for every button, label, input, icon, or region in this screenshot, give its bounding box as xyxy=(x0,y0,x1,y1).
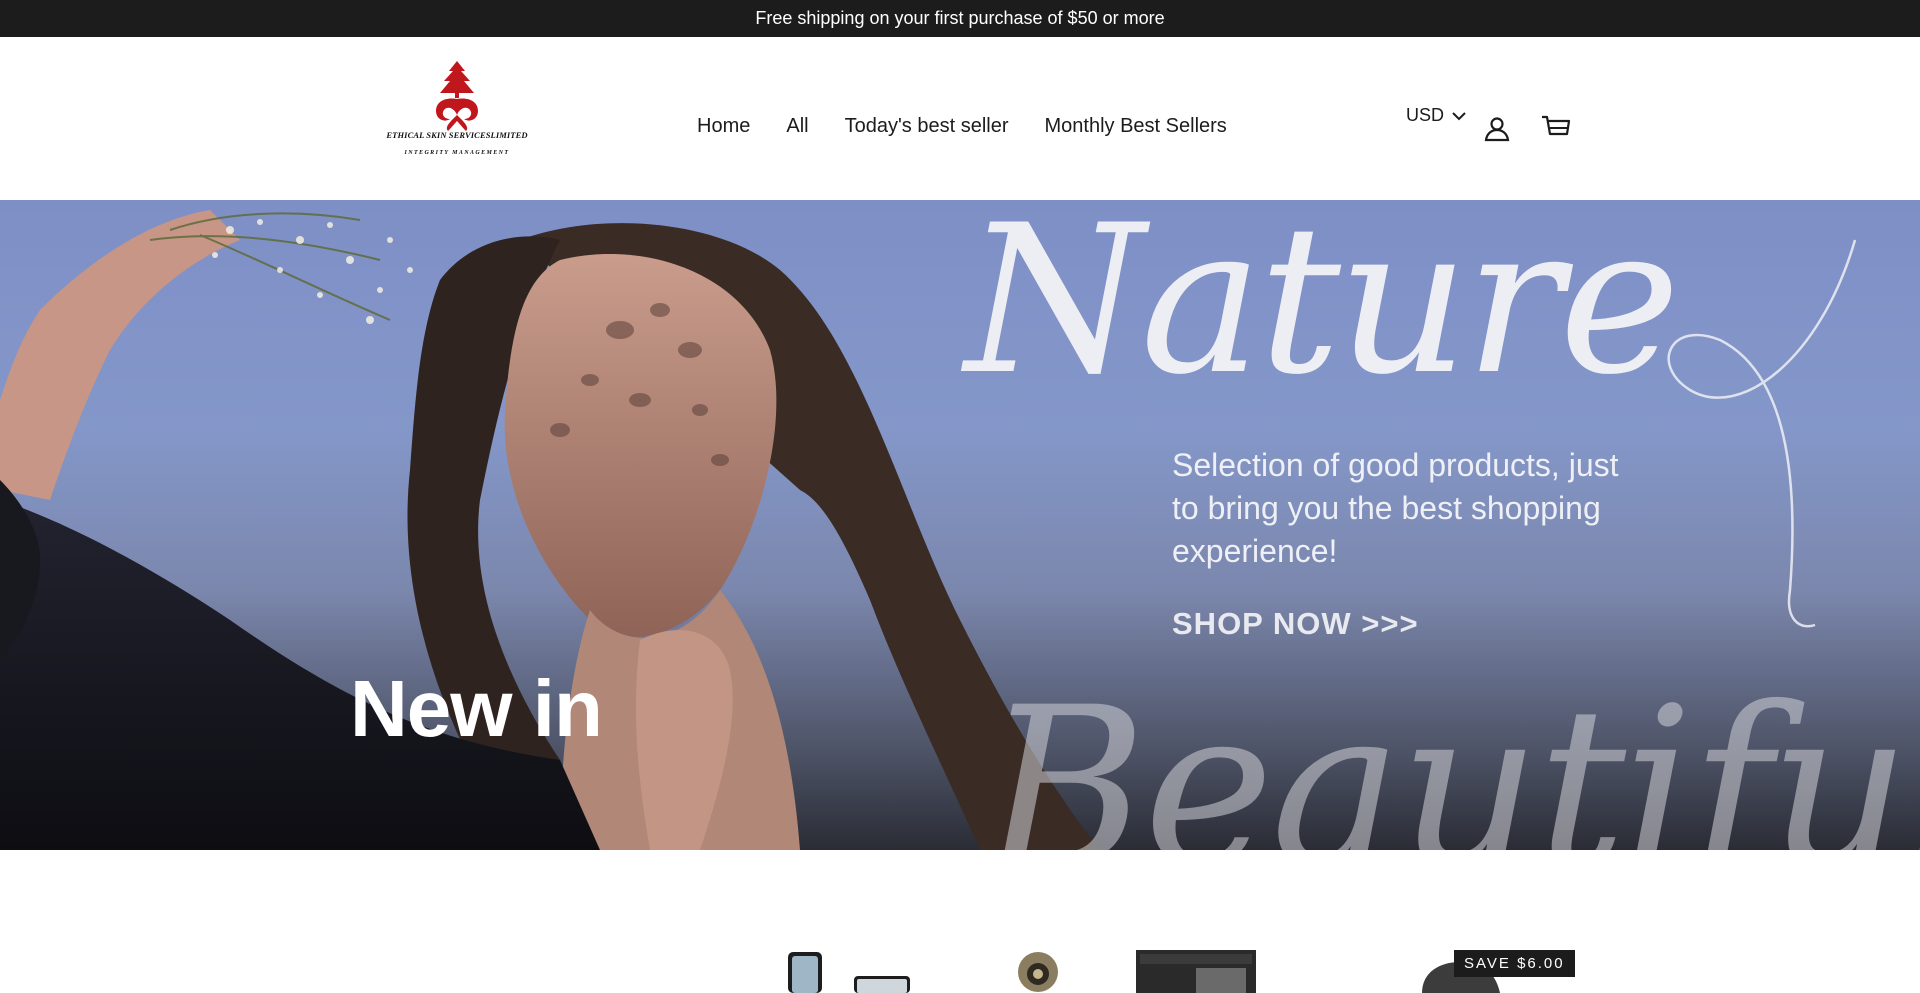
site-header: ETHICAL SKIN SERVICESLIMITED INTEGRITY M… xyxy=(0,37,1920,200)
hero-script-beautiful: Beautiful xyxy=(985,660,1920,850)
save-badge: SAVE $6.00 xyxy=(1454,950,1575,977)
nav-item-todays-best-seller[interactable]: Today's best seller xyxy=(845,115,1009,138)
currency-label: USD xyxy=(1406,105,1445,125)
currency-selector[interactable]: USD xyxy=(1406,105,1466,126)
brand-name: ETHICAL SKIN SERVICESLIMITED xyxy=(386,130,528,140)
announcement-text: Free shipping on your first purchase of … xyxy=(755,8,1165,28)
hero-banner[interactable]: Nature Selection of good products, just … xyxy=(0,200,1920,850)
account-icon[interactable] xyxy=(1484,116,1510,142)
product-row xyxy=(0,850,1920,993)
cart-icon[interactable] xyxy=(1541,114,1571,142)
chevron-down-icon xyxy=(1452,111,1466,120)
nav-item-home[interactable]: Home xyxy=(697,115,750,138)
hero-heading: New in xyxy=(350,664,603,753)
brand-logo[interactable] xyxy=(378,61,536,161)
product-thumb-dice-set[interactable] xyxy=(1136,950,1256,993)
nav-item-monthly-best-sellers[interactable]: Monthly Best Sellers xyxy=(1045,115,1227,138)
hero-body-text: Selection of good products, just to brin… xyxy=(1172,447,1619,569)
announcement-bar: Free shipping on your first purchase of … xyxy=(0,0,1920,37)
shop-now-link[interactable]: SHOP NOW >>> xyxy=(1172,606,1419,642)
nav-item-all[interactable]: All xyxy=(786,115,808,138)
main-nav: Home All Today's best seller Monthly Bes… xyxy=(697,115,1227,138)
product-thumb-phone-stand[interactable] xyxy=(780,950,910,993)
product-thumb-gimbal[interactable] xyxy=(1000,950,1075,993)
hero-script-nature: Nature xyxy=(965,200,1680,420)
brand-tagline: INTEGRITY MANAGEMENT xyxy=(404,150,510,156)
